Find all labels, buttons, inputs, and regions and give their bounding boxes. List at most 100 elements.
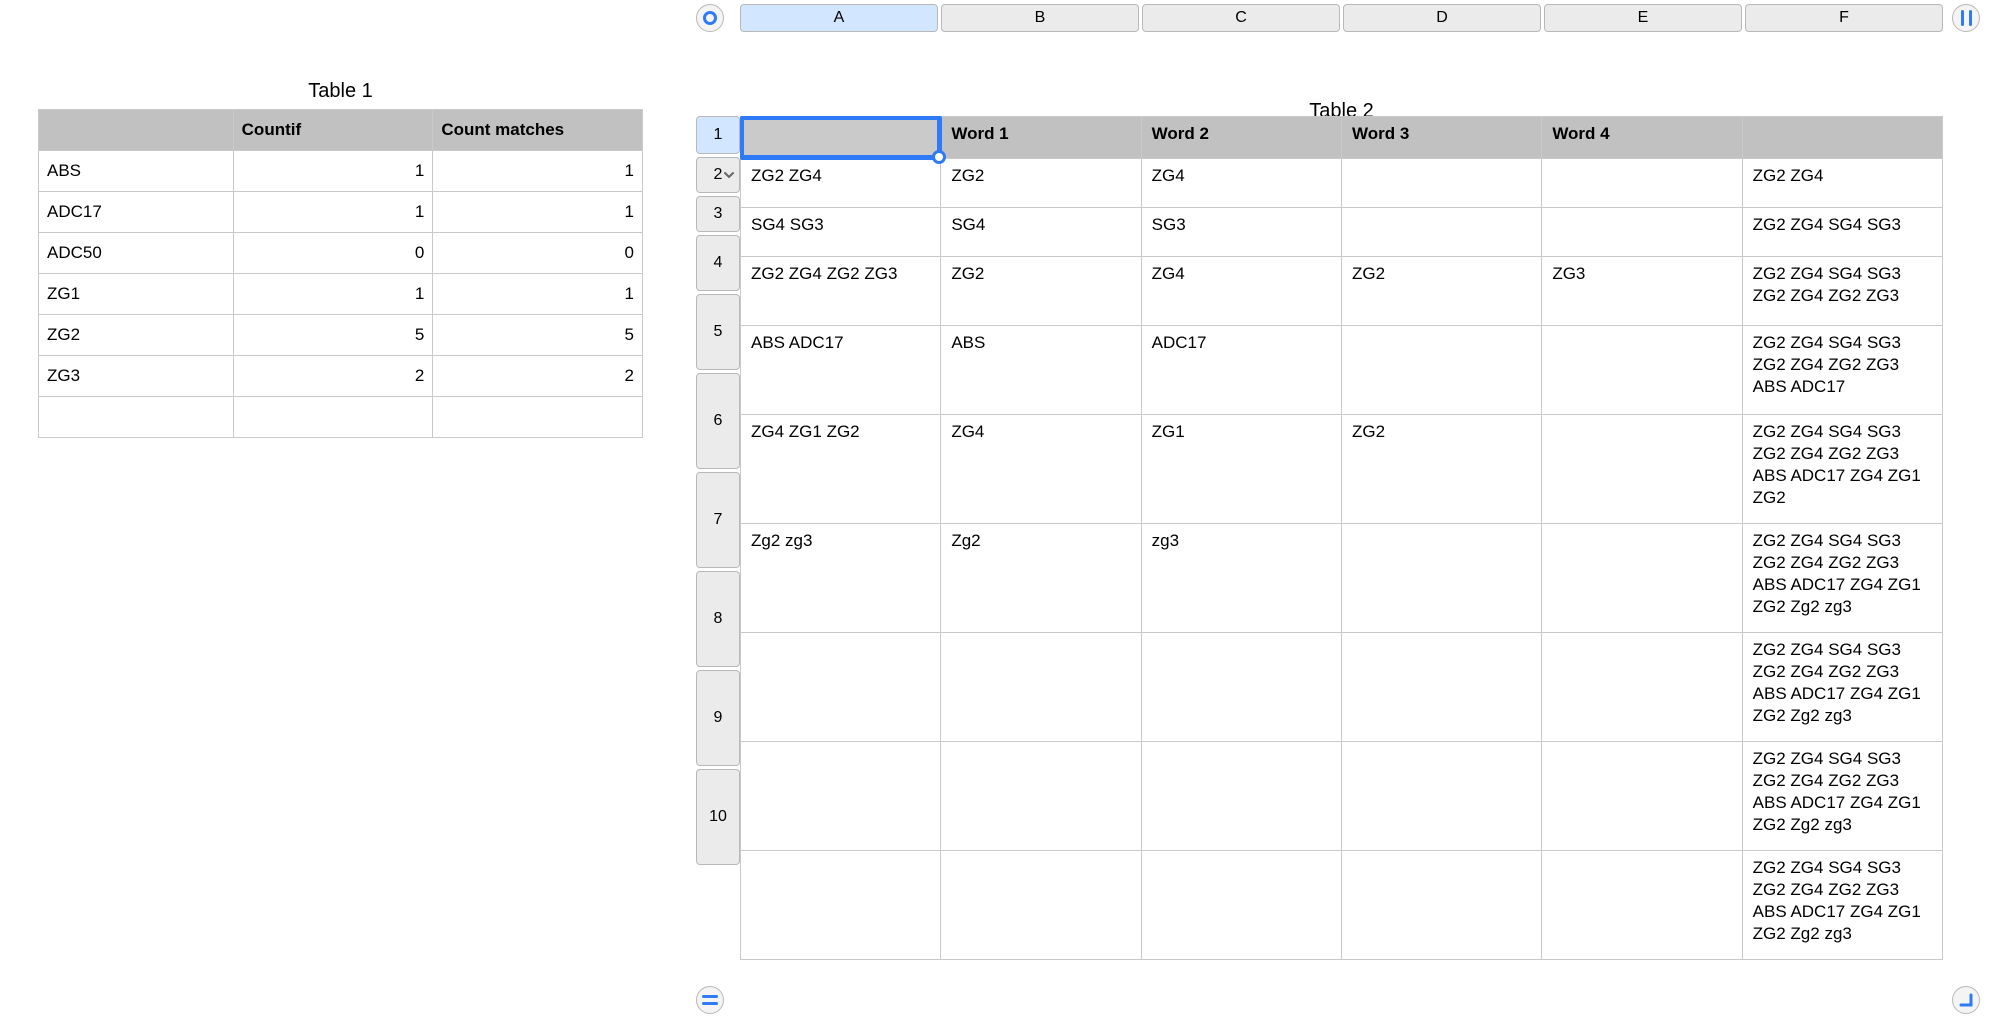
cell-d[interactable]: ZG2 (1341, 257, 1541, 326)
cell-d[interactable] (1341, 159, 1541, 208)
table-2-grid[interactable]: Word 1Word 2Word 3Word 4 ZG2 ZG4ZG2ZG4 Z… (740, 116, 1943, 960)
table-row[interactable]: SG4 SG3SG4SG3 ZG2 ZG4 SG4 SG3 (741, 208, 1943, 257)
cell-b[interactable]: ZG2 (941, 159, 1141, 208)
cell-d[interactable]: ZG2 (1341, 415, 1541, 524)
cell-countif[interactable]: 0 (233, 233, 433, 274)
table-row[interactable]: ZG4 ZG1 ZG2ZG4ZG1ZG2 ZG2 ZG4 SG4 SG3 ZG2… (741, 415, 1943, 524)
cell-b[interactable]: ZG2 (941, 257, 1141, 326)
table-1-header-countif[interactable]: Countif (233, 110, 433, 151)
cell-f[interactable]: ZG2 ZG4 (1742, 159, 1942, 208)
row-header-9[interactable]: 9 (696, 670, 740, 766)
cell-label[interactable]: ADC17 (39, 192, 234, 233)
cell-matches[interactable]: 1 (433, 151, 643, 192)
table-2-header-d[interactable]: Word 3 (1341, 117, 1541, 159)
row-header-4[interactable]: 4 (696, 235, 740, 291)
cell-a[interactable]: ZG4 ZG1 ZG2 (741, 415, 941, 524)
column-header-e[interactable]: E (1544, 4, 1742, 32)
cell-countif[interactable]: 2 (233, 356, 433, 397)
add-row-handle[interactable] (696, 986, 724, 1014)
select-all-handle[interactable] (696, 4, 724, 32)
column-header-c[interactable]: C (1142, 4, 1340, 32)
row-header-7[interactable]: 7 (696, 472, 740, 568)
cell-c[interactable] (1141, 633, 1341, 742)
row-header-6[interactable]: 6 (696, 373, 740, 469)
cell-matches[interactable] (433, 397, 643, 438)
column-header-a[interactable]: A (740, 4, 938, 32)
cell-countif[interactable]: 1 (233, 274, 433, 315)
row-header-8[interactable]: 8 (696, 571, 740, 667)
column-header-b[interactable]: B (941, 4, 1139, 32)
cell-matches[interactable]: 2 (433, 356, 643, 397)
cell-c[interactable] (1141, 851, 1341, 960)
table-2-header-f[interactable] (1742, 117, 1942, 159)
table-2-header-b[interactable]: Word 1 (941, 117, 1141, 159)
cell-f[interactable]: ZG2 ZG4 SG4 SG3 ZG2 ZG4 ZG2 ZG3 ABS ADC1… (1742, 742, 1942, 851)
cell-label[interactable] (39, 397, 234, 438)
cell-a[interactable] (741, 742, 941, 851)
chevron-down-icon[interactable] (723, 169, 735, 181)
table-row[interactable] (39, 397, 643, 438)
cell-label[interactable]: ABS (39, 151, 234, 192)
row-header-5[interactable]: 5 (696, 294, 740, 370)
cell-f[interactable]: ZG2 ZG4 SG4 SG3 ZG2 ZG4 ZG2 ZG3 ABS ADC1… (1742, 851, 1942, 960)
cell-label[interactable]: ZG2 (39, 315, 234, 356)
cell-f[interactable]: ZG2 ZG4 SG4 SG3 ZG2 ZG4 ZG2 ZG3 (1742, 257, 1942, 326)
cell-b[interactable] (941, 633, 1141, 742)
table-row[interactable]: ZG255 (39, 315, 643, 356)
cell-matches[interactable]: 5 (433, 315, 643, 356)
table-row[interactable]: ZG2 ZG4 SG4 SG3 ZG2 ZG4 ZG2 ZG3 ABS ADC1… (741, 633, 1943, 742)
cell-b[interactable]: ABS (941, 326, 1141, 415)
cell-b[interactable] (941, 742, 1141, 851)
cell-b[interactable]: SG4 (941, 208, 1141, 257)
cell-e[interactable] (1542, 208, 1742, 257)
cell-e[interactable] (1542, 742, 1742, 851)
cell-a[interactable] (741, 633, 941, 742)
cell-matches[interactable]: 1 (433, 274, 643, 315)
cell-f[interactable]: ZG2 ZG4 SG4 SG3 ZG2 ZG4 ZG2 ZG3 ABS ADC1… (1742, 524, 1942, 633)
cell-e[interactable] (1542, 326, 1742, 415)
cell-a[interactable]: SG4 SG3 (741, 208, 941, 257)
cell-e[interactable] (1542, 851, 1742, 960)
cell-e[interactable]: ZG3 (1542, 257, 1742, 326)
cell-a[interactable] (741, 851, 941, 960)
column-header-f[interactable]: F (1745, 4, 1943, 32)
cell-c[interactable]: zg3 (1141, 524, 1341, 633)
resize-corner-handle[interactable] (1952, 986, 1980, 1014)
cell-matches[interactable]: 1 (433, 192, 643, 233)
table-row[interactable]: ABS11 (39, 151, 643, 192)
table-row[interactable]: ZG2 ZG4 ZG2 ZG3ZG2ZG4ZG2ZG3 ZG2 ZG4 SG4 … (741, 257, 1943, 326)
cell-e[interactable] (1542, 633, 1742, 742)
column-header-bar[interactable]: ABCDEF (740, 4, 1943, 32)
table-row[interactable]: ABS ADC17ABSADC17 ZG2 ZG4 SG4 SG3 ZG2 ZG… (741, 326, 1943, 415)
cell-c[interactable]: ZG4 (1141, 159, 1341, 208)
cell-d[interactable] (1341, 742, 1541, 851)
table-row[interactable]: ADC1711 (39, 192, 643, 233)
cell-d[interactable] (1341, 633, 1541, 742)
cell-f[interactable]: ZG2 ZG4 SG4 SG3 ZG2 ZG4 ZG2 ZG3 ABS ADC1… (1742, 415, 1942, 524)
table-2-header-c[interactable]: Word 2 (1141, 117, 1341, 159)
table-2-header-a[interactable] (741, 117, 941, 159)
cell-f[interactable]: ZG2 ZG4 SG4 SG3 ZG2 ZG4 ZG2 ZG3 ABS ADC1… (1742, 633, 1942, 742)
cell-a[interactable]: Zg2 zg3 (741, 524, 941, 633)
cell-a[interactable]: ZG2 ZG4 ZG2 ZG3 (741, 257, 941, 326)
cell-c[interactable]: ZG4 (1141, 257, 1341, 326)
cell-countif[interactable]: 1 (233, 192, 433, 233)
cell-c[interactable]: ZG1 (1141, 415, 1341, 524)
table-1-header-blank[interactable] (39, 110, 234, 151)
cell-e[interactable] (1542, 415, 1742, 524)
row-header-10[interactable]: 10 (696, 769, 740, 865)
row-header-2[interactable]: 2 (696, 157, 740, 193)
table-row[interactable]: ZG2 ZG4 SG4 SG3 ZG2 ZG4 ZG2 ZG3 ABS ADC1… (741, 742, 1943, 851)
cell-b[interactable]: Zg2 (941, 524, 1141, 633)
table-1-grid[interactable]: Countif Count matches ABS11ADC1711ADC500… (38, 109, 643, 438)
cell-e[interactable] (1542, 524, 1742, 633)
cell-d[interactable] (1341, 326, 1541, 415)
table-row[interactable]: Zg2 zg3Zg2zg3 ZG2 ZG4 SG4 SG3 ZG2 ZG4 ZG… (741, 524, 1943, 633)
cell-matches[interactable]: 0 (433, 233, 643, 274)
cell-b[interactable] (941, 851, 1141, 960)
table-2-header-e[interactable]: Word 4 (1542, 117, 1742, 159)
table-row[interactable]: ZG2 ZG4 SG4 SG3 ZG2 ZG4 ZG2 ZG3 ABS ADC1… (741, 851, 1943, 960)
cell-d[interactable] (1341, 851, 1541, 960)
cell-countif[interactable]: 1 (233, 151, 433, 192)
row-header-bar[interactable]: 12345678910 (696, 116, 740, 868)
